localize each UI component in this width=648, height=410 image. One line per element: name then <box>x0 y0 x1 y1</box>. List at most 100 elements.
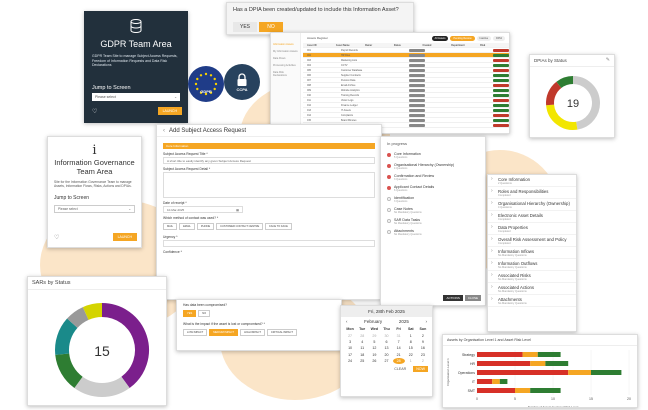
accordion-item-sub: Completed <box>498 194 511 197</box>
bar-segment[interactable] <box>530 361 546 366</box>
donut-slice[interactable] <box>55 353 83 389</box>
jump-select[interactable]: Please select ⌄ <box>54 204 135 213</box>
heart-icon[interactable]: ♡ <box>92 108 97 115</box>
progress-item[interactable]: Core Information 5 Questions <box>381 150 485 161</box>
calendar-day[interactable]: 24 <box>344 358 356 364</box>
method-option[interactable]: MAIL <box>163 223 178 230</box>
method-option[interactable]: CUSTOMER CONTACT CENTRE <box>216 223 264 230</box>
impact-option[interactable]: LOW IMPACT <box>183 329 208 336</box>
bar-segment[interactable] <box>477 379 493 384</box>
now-button[interactable]: NOW <box>413 366 428 373</box>
accordion-item[interactable]: Roles and ResponsibilitiesCompleted <box>488 187 576 199</box>
donut-slice[interactable] <box>556 76 574 89</box>
impact-option[interactable]: HIGH IMPACT <box>240 329 265 336</box>
calendar-day[interactable]: 1 <box>405 358 417 364</box>
calendar-day[interactable]: 26 <box>368 358 380 364</box>
calendar-day[interactable]: 2 <box>417 358 429 364</box>
status-dot-icon <box>387 164 391 168</box>
launch-button[interactable]: LAUNCH <box>112 233 137 241</box>
sar-detail-textarea[interactable] <box>163 172 375 198</box>
launch-button[interactable]: LAUNCH <box>157 107 182 115</box>
no-button[interactable]: NO <box>259 22 283 32</box>
category-label: Strategy <box>462 353 475 357</box>
donut-slice[interactable] <box>82 303 103 320</box>
method-option[interactable]: PHONE <box>196 223 215 230</box>
accordion-item[interactable]: Overall Risk Assessment and PolicyComple… <box>488 235 576 247</box>
tab-pending-review[interactable]: Pending Review <box>450 35 475 41</box>
bar-segment[interactable] <box>537 352 561 357</box>
bar-segment[interactable] <box>522 352 538 357</box>
bar-segment[interactable] <box>591 370 622 375</box>
jump-select[interactable]: Please select ⌄ <box>92 93 180 102</box>
progress-item[interactable]: Applicant Contact Details 6 Questions <box>381 183 485 194</box>
edit-icon[interactable]: ✎ <box>606 57 610 63</box>
tab-inactive[interactable]: Inactive <box>476 35 492 41</box>
sidebar-item[interactable]: Data Risk Declarations <box>271 69 300 79</box>
bar-segment[interactable] <box>477 370 569 375</box>
progress-item[interactable]: Case Notes No Mandatory Questions <box>381 205 485 216</box>
yes-button[interactable]: YES <box>233 22 257 32</box>
clear-button[interactable]: CLEAR <box>391 366 409 372</box>
bar-segment[interactable] <box>530 388 561 393</box>
donut-slice[interactable] <box>546 81 562 106</box>
calendar-day[interactable]: 21 <box>393 352 405 358</box>
sidebar-item[interactable]: Processing Activities <box>271 62 300 69</box>
progress-item[interactable]: SAR Data Tasks No Mandatory Questions <box>381 216 485 227</box>
tab-dpia[interactable]: DPIA <box>493 35 505 41</box>
sars-by-status-panel: SARs by Status 15 <box>27 276 167 406</box>
bar-segment[interactable] <box>477 388 515 393</box>
progress-item[interactable]: Confirmation and Review 3 Questions <box>381 172 485 183</box>
field-label: Has data been compromised? <box>183 303 227 307</box>
close-button[interactable]: CLOSE <box>464 295 481 301</box>
accordion-item[interactable]: Associated ActionsNo Mandatory Questions <box>488 283 576 295</box>
impact-option[interactable]: CRITICAL IMPACT <box>266 329 297 336</box>
bar-segment[interactable] <box>499 379 508 384</box>
calendar-day[interactable]: 25 <box>356 358 368 364</box>
donut-slice[interactable] <box>74 376 130 397</box>
method-option[interactable]: EMAIL <box>179 223 195 230</box>
accordion-item[interactable]: Information InflowsNo Mandatory Question… <box>488 247 576 259</box>
sidebar-item[interactable]: Data Flows <box>271 55 300 62</box>
accordion-item[interactable]: Core Information2 Questions <box>488 175 576 187</box>
date-input[interactable]: 10-Mar-2025 ▦ <box>163 206 243 213</box>
sar-title-input[interactable]: A short title to easily identify any giv… <box>163 157 375 164</box>
month-label[interactable]: February <box>364 319 382 324</box>
bar-segment[interactable] <box>568 370 591 375</box>
accordion-item[interactable]: AttachmentsNo Mandatory Questions <box>488 295 576 307</box>
actions-button[interactable]: ACTIONS <box>443 295 463 301</box>
tab-all-assets[interactable]: All Assets <box>431 35 449 41</box>
heart-icon[interactable]: ♡ <box>54 234 59 241</box>
progress-item[interactable]: Attachments No Mandatory Questions <box>381 227 485 238</box>
impact-option[interactable]: MEDIUM IMPACT <box>209 329 239 336</box>
chevron-left-icon[interactable]: ‹ <box>163 128 165 134</box>
prev-month-button[interactable]: ‹ <box>346 319 348 324</box>
bar-segment[interactable] <box>515 388 531 393</box>
bar-segment[interactable] <box>492 379 500 384</box>
accordion-item[interactable]: Information OutflowsNo Mandatory Questio… <box>488 259 576 271</box>
donut-slice[interactable] <box>55 318 78 355</box>
calendar-day[interactable]: 27 <box>380 358 392 364</box>
accordion-item[interactable]: Electronic Asset DetailsCompleted <box>488 211 576 223</box>
bar-segment[interactable] <box>545 361 569 366</box>
no-button[interactable]: NO <box>198 310 211 317</box>
calendar-day[interactable]: 28 <box>392 357 405 365</box>
y-axis-label: Organisation Level 1 <box>446 358 450 386</box>
sidebar-item[interactable]: Information Assets <box>271 41 300 48</box>
donut-slice[interactable] <box>67 307 89 329</box>
accordion-item[interactable]: Organisational Hierarchy (Ownership)4 Qu… <box>488 199 576 211</box>
sidebar-item[interactable]: My Information Assets <box>271 48 300 55</box>
calendar-icon[interactable]: ▦ <box>236 208 239 212</box>
urgency-select[interactable] <box>163 240 375 247</box>
asset-id: 007 <box>307 78 311 82</box>
accordion-item[interactable]: Data PropertiesCompleted <box>488 223 576 235</box>
year-label[interactable]: 2025 <box>399 319 409 324</box>
yes-button[interactable]: YES <box>183 310 197 317</box>
accordion-item[interactable]: Associated RisksNo Mandatory Questions <box>488 271 576 283</box>
next-month-button[interactable]: › <box>426 319 428 324</box>
bar-segment[interactable] <box>477 361 531 366</box>
bar-segment[interactable] <box>477 352 523 357</box>
asset-name: Visitor Logs <box>341 98 354 102</box>
progress-item[interactable]: Organisational Hierarchy (Ownership) 4 Qu… <box>381 161 485 172</box>
progress-item[interactable]: Identification 3 Questions <box>381 194 485 205</box>
method-option[interactable]: FACE TO FACE <box>265 223 292 230</box>
